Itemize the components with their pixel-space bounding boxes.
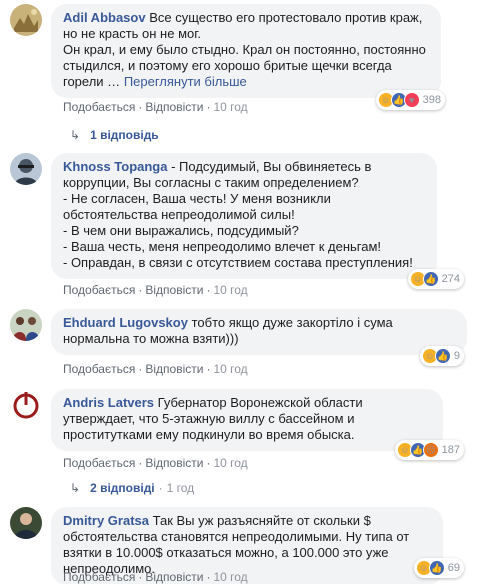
reply-button[interactable]: Відповісти [145,283,203,297]
comment-time[interactable]: 10 год [213,456,247,470]
reply-arrow-icon: ↳ [70,481,81,495]
comment-time[interactable]: 10 год [213,362,247,376]
comment-time[interactable]: 10 год [213,100,247,114]
comment-author[interactable]: Dmitry Gratsa [63,513,149,528]
reaction-summary[interactable]: ☺ 👍 ♥ 398 [375,90,445,110]
avatar[interactable] [10,309,42,341]
comment-author[interactable]: Adil Abbasov [63,10,146,25]
view-replies[interactable]: ↳ 1 відповідь [70,128,159,142]
comment-actions: Подобається · Відповісти · 10 год [63,283,248,297]
like-icon: 👍 [428,560,445,576]
comment-author[interactable]: Andris Latvers [63,395,154,410]
love-icon: ♥ [403,92,420,108]
comment-bubble: Khnoss Topanga - Подсудимый, Вы обвиняет… [51,153,437,279]
comment-text: - Подсудимый, Вы обвиняетесь в коррупции… [63,159,413,270]
reaction-count: 398 [422,94,441,106]
reply-arrow-icon: ↳ [70,128,81,142]
like-icon: 👍 [434,348,451,364]
comment-bubble: Andris Latvers Губернатор Воронежской об… [51,389,443,451]
comment-actions: Подобається · Відповісти · 10 год [63,100,248,114]
comment-author[interactable]: Ehduard Lugovskoy [63,315,188,330]
reaction-count: 187 [441,444,460,456]
replies-time: 1 год [166,481,195,495]
avatar[interactable] [10,389,42,421]
avatar[interactable] [10,4,42,36]
like-icon: 👍 [422,271,439,287]
reply-button[interactable]: Відповісти [145,362,203,376]
avatar[interactable] [10,153,42,185]
reply-button[interactable]: Відповісти [145,570,203,584]
comment-time[interactable]: 10 год [213,283,247,297]
angry-icon: ☹ [422,442,439,458]
reaction-count: 274 [441,273,460,285]
comment-actions: Подобається · Відповісти · 10 год [63,362,248,376]
comment-bubble: Adil Abbasov Все существо его протестова… [51,4,441,98]
replies-count-link[interactable]: 2 відповіді [90,481,155,495]
reaction-summary[interactable]: ☺ 👍 9 [419,346,464,366]
reaction-count: 9 [453,350,460,362]
comment-actions: Подобається · Відповісти · 10 год [63,456,248,470]
view-replies[interactable]: ↳ 2 відповіді · 1 год [70,481,194,495]
replies-count-link[interactable]: 1 відповідь [90,128,159,142]
reaction-summary[interactable]: ☺ 👍 274 [407,269,464,289]
reply-button[interactable]: Відповісти [145,456,203,470]
avatar[interactable] [10,507,42,539]
see-more-link[interactable]: Переглянути більше [124,74,247,89]
comment-author[interactable]: Khnoss Topanga [63,159,167,174]
comment-bubble: Ehduard Lugovskoy тобто якщо дуже закорт… [51,309,467,355]
comment-time[interactable]: 10 год [213,570,247,584]
like-button[interactable]: Подобається [63,283,135,297]
like-button[interactable]: Подобається [63,456,135,470]
reply-button[interactable]: Відповісти [145,100,203,114]
like-button[interactable]: Подобається [63,570,135,584]
reaction-summary[interactable]: ☺ 👍 69 [413,558,464,578]
comment-actions: Подобається · Відповісти · 10 год [63,570,248,584]
like-button[interactable]: Подобається [63,100,135,114]
reaction-count: 69 [447,562,460,574]
reaction-summary[interactable]: ☺ 👍 ☹ 187 [394,440,464,460]
like-button[interactable]: Подобається [63,362,135,376]
